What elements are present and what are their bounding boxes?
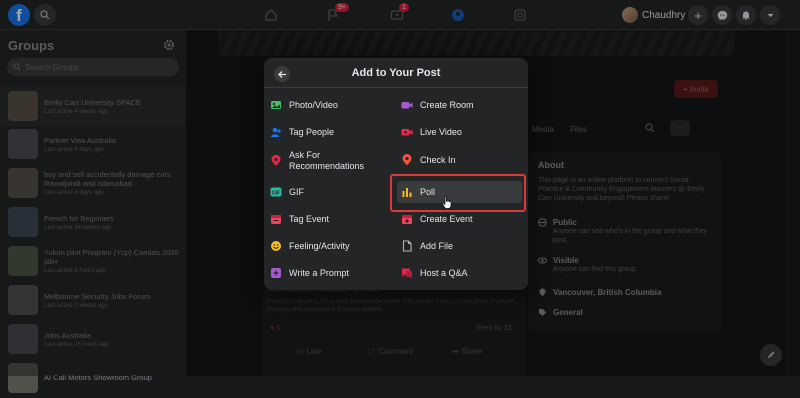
live-video-icon bbox=[401, 126, 413, 138]
create-event-icon bbox=[401, 213, 413, 225]
gif-icon: GIF bbox=[270, 186, 282, 198]
option-label: Create Event bbox=[420, 214, 473, 224]
photo-video-icon bbox=[270, 99, 282, 111]
hand-cursor-icon bbox=[442, 196, 453, 214]
option-label: Add File bbox=[420, 241, 454, 251]
option-create-room[interactable]: Create Room bbox=[401, 95, 474, 115]
option-label: Create Room bbox=[420, 100, 474, 110]
recommendations-icon bbox=[270, 155, 282, 167]
option-host-qa[interactable]: Host a Q&A bbox=[401, 263, 468, 283]
feeling-icon bbox=[270, 240, 282, 252]
option-check-in[interactable]: Check In bbox=[401, 150, 456, 170]
option-ask-for-recommendations[interactable]: Ask For Recommendations bbox=[270, 150, 375, 174]
svg-text:GIF: GIF bbox=[272, 190, 280, 196]
option-gif[interactable]: GIF GIF bbox=[270, 182, 304, 202]
option-create-event[interactable]: Create Event bbox=[401, 209, 473, 229]
option-label: Photo/Video bbox=[289, 100, 338, 110]
option-label: Check In bbox=[420, 155, 456, 165]
option-label: GIF bbox=[289, 187, 304, 197]
option-label: Host a Q&A bbox=[420, 268, 468, 278]
option-label: Live Video bbox=[420, 127, 462, 137]
option-label: Feeling/Activity bbox=[289, 241, 350, 251]
option-tag-event[interactable]: Tag Event bbox=[270, 209, 329, 229]
dialog-title: Add to Your Post bbox=[351, 67, 441, 79]
poll-highlight-box bbox=[390, 174, 526, 212]
option-label: Ask For Recommendations bbox=[289, 150, 365, 171]
qa-icon bbox=[401, 267, 413, 279]
option-photo-video[interactable]: Photo/Video bbox=[270, 95, 338, 115]
option-label: Write a Prompt bbox=[289, 268, 349, 278]
option-label: Tag Event bbox=[289, 214, 330, 224]
option-tag-people[interactable]: Tag People bbox=[270, 122, 334, 142]
option-feeling-activity[interactable]: Feeling/Activity bbox=[270, 236, 350, 256]
dialog-header: Add to Your Post bbox=[264, 58, 528, 88]
prompt-icon bbox=[270, 267, 282, 279]
create-room-icon bbox=[401, 99, 413, 111]
tag-event-icon bbox=[270, 213, 282, 225]
option-add-file[interactable]: Add File bbox=[401, 236, 453, 256]
tag-people-icon bbox=[270, 126, 282, 138]
check-in-icon bbox=[401, 154, 413, 166]
add-file-icon bbox=[401, 240, 413, 252]
option-label: Tag People bbox=[289, 127, 335, 137]
option-write-a-prompt[interactable]: Write a Prompt bbox=[270, 263, 349, 283]
option-live-video[interactable]: Live Video bbox=[401, 122, 462, 142]
